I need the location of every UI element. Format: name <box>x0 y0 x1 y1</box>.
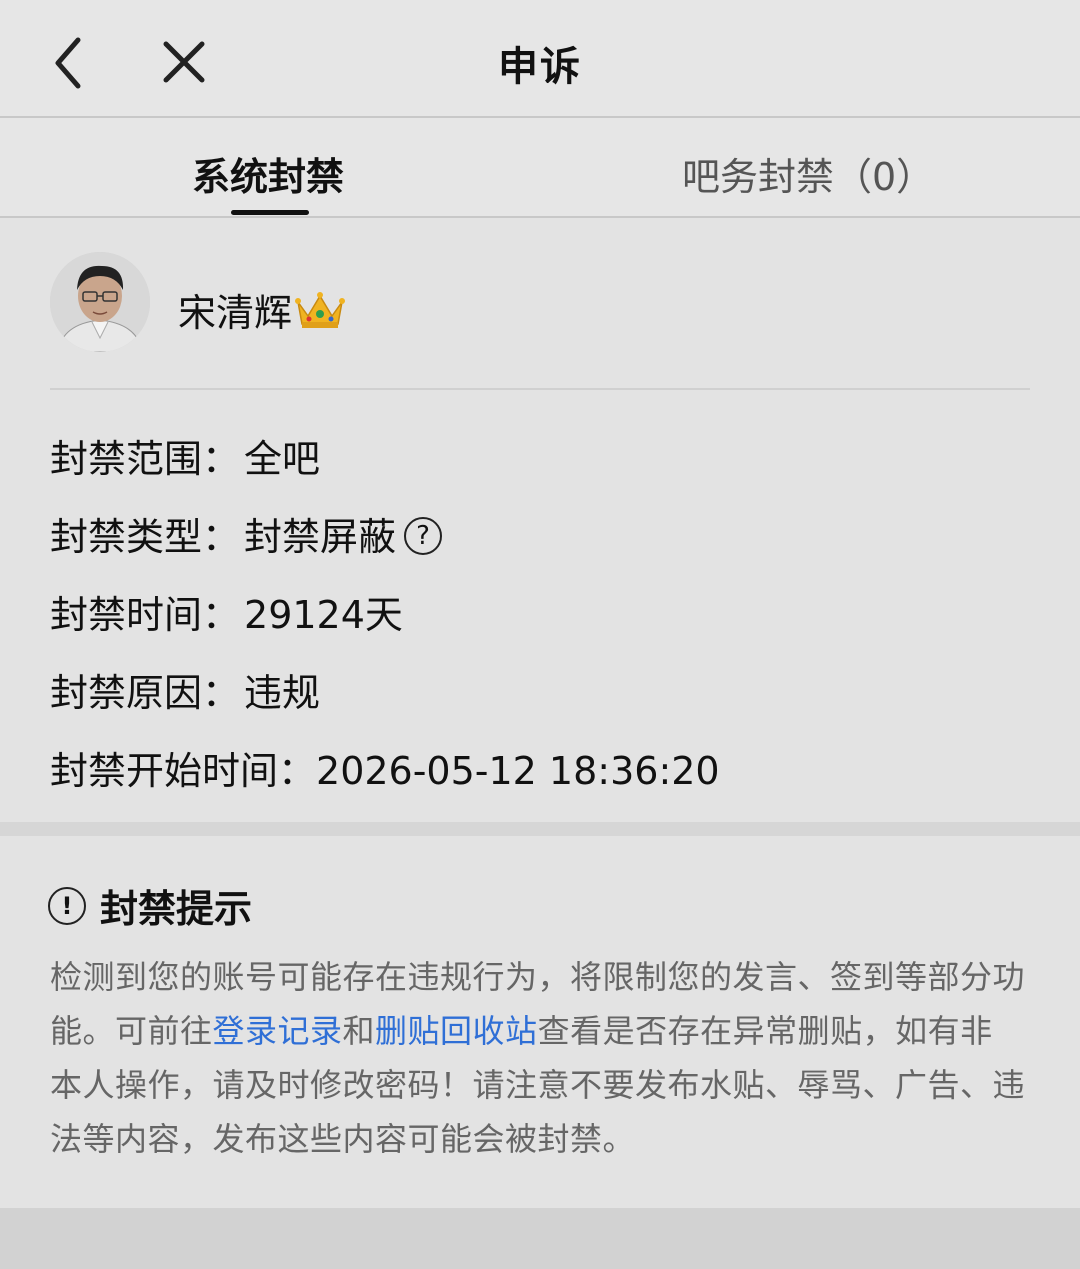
help-icon[interactable]: ? <box>404 516 443 555</box>
warning-icon: ! <box>48 886 86 925</box>
ban-duration-label: 封禁时间： <box>50 593 241 637</box>
user-info: 宋清辉 <box>50 252 1030 356</box>
deleted-posts-bin-link[interactable]: 删贴回收站 <box>375 1012 538 1050</box>
ban-reason-label: 封禁原因： <box>50 671 241 715</box>
ban-duration: 封禁时间： 29124天 <box>50 584 403 639</box>
tab-system-ban[interactable]: 系统封禁 <box>192 146 344 201</box>
notice-text-part2: 和 <box>342 1012 376 1050</box>
ban-type-value: 封禁屏蔽 <box>244 515 397 559</box>
username-row: 宋清辉 <box>178 282 346 337</box>
username[interactable]: 宋清辉 <box>178 282 292 337</box>
ban-type-label: 封禁类型： <box>50 515 241 559</box>
page-title: 申诉 <box>498 44 582 90</box>
ban-start-time: 封禁开始时间：2026-05-12 18:36:20 <box>50 740 720 795</box>
ban-reason-value: 违规 <box>244 671 321 715</box>
notice-title: 封禁提示 <box>100 887 253 931</box>
ban-start-value: 2026-05-12 18:36:20 <box>316 749 720 793</box>
bottom-area <box>0 1208 1080 1269</box>
tab-moderator-ban[interactable]: 吧务封禁（0） <box>682 146 934 201</box>
ban-scope-value: 全吧 <box>244 437 321 481</box>
avatar-image <box>50 252 150 352</box>
active-tab-indicator <box>231 210 309 215</box>
ban-reason: 封禁原因： 违规 <box>50 662 320 717</box>
ban-type: 封禁类型： 封禁屏蔽? <box>50 506 443 561</box>
top-nav-bar: 申诉 <box>0 0 1080 118</box>
tab-bar: 系统封禁 吧务封禁（0） <box>0 118 1080 218</box>
notice-text: 检测到您的账号可能存在违规行为，将限制您的发言、签到等部分功能。可前往登录记录和… <box>50 950 1025 1166</box>
ban-scope: 封禁范围： 全吧 <box>50 428 320 483</box>
crown-icon <box>295 291 346 328</box>
login-records-link[interactable]: 登录记录 <box>213 1012 343 1050</box>
divider <box>50 388 1030 390</box>
section-divider <box>0 822 1080 836</box>
ban-start-label: 封禁开始时间： <box>50 749 317 793</box>
ban-scope-label: 封禁范围： <box>50 437 241 481</box>
ban-duration-value: 29124天 <box>244 593 403 637</box>
avatar[interactable] <box>50 252 150 352</box>
notice-header: ! 封禁提示 <box>48 878 252 933</box>
